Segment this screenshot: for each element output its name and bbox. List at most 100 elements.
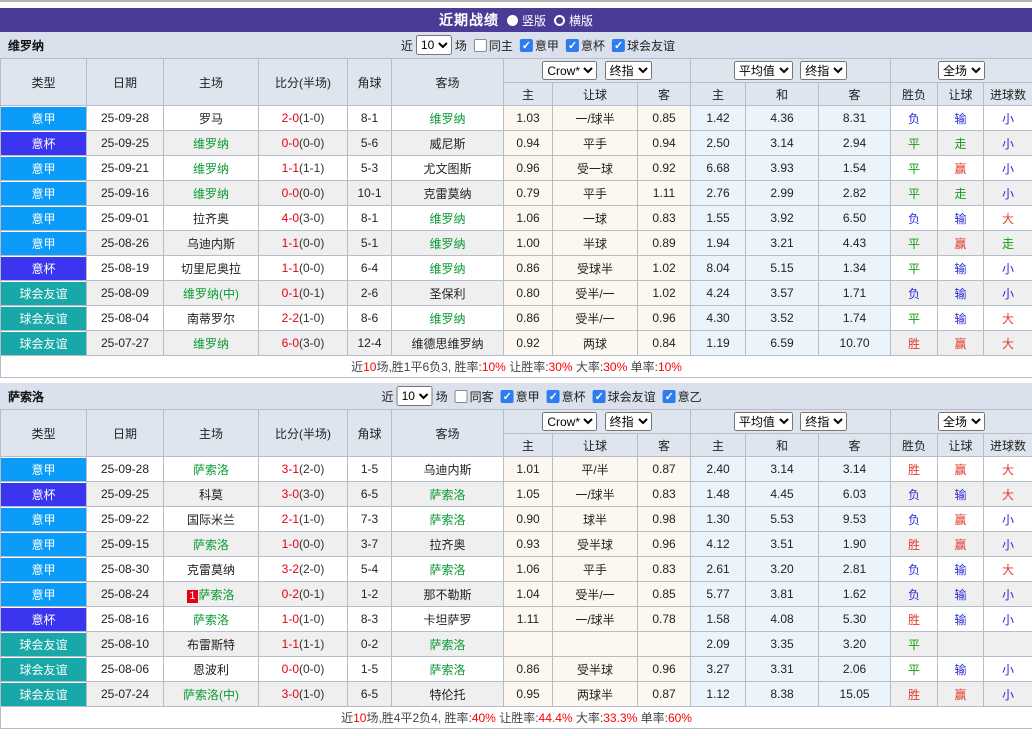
league-filter-checkbox[interactable] [547,390,560,403]
same-venue-filter[interactable]: 同主 [470,37,513,54]
avg-away: 3.20 [819,632,891,657]
odds-handicap: 一/球半 [553,607,638,632]
col-date: 日期 [87,59,164,106]
league-filter-checkbox[interactable] [593,390,606,403]
league-filter[interactable]: 意杯 [562,37,605,54]
league-filter-checkbox[interactable] [520,39,533,52]
home-team: 克雷莫纳 [164,557,259,582]
result-goals: 小 [984,106,1032,131]
summary-text: 60% [668,711,692,725]
odds-home: 0.92 [504,331,553,356]
home-team: 科莫 [164,482,259,507]
halftime-score: (0-1) [299,286,324,300]
result-goals-value: 小 [1002,187,1014,201]
halftime-score: (1-1) [299,161,324,175]
halftime-score: (1-0) [299,111,324,125]
home-team: 萨索洛 [164,532,259,557]
summary-text: 30% [549,360,573,374]
corner-score: 6-4 [348,256,392,281]
league-filter-checkbox[interactable] [663,390,676,403]
vertical-layout-radio[interactable] [507,15,518,26]
league-filter[interactable]: 球会友谊 [589,388,656,405]
league-filter-checkbox[interactable] [612,39,625,52]
match-date: 25-09-16 [87,181,164,206]
away-team: 克雷莫纳 [392,181,504,206]
match-date: 25-08-24 [87,582,164,607]
col-odds-handicap: 让球 [553,434,638,457]
league-filter[interactable]: 意甲 [497,388,540,405]
league-filter[interactable]: 意甲 [516,37,559,54]
avg-home: 1.48 [691,482,746,507]
league-filter-checkbox[interactable] [501,390,514,403]
league-filter[interactable]: 意乙 [659,388,702,405]
result-goals: 大 [984,482,1032,507]
odds-handicap [553,632,638,657]
layout-option-vertical[interactable]: 竖版 [507,12,546,29]
match-row: 意甲25-09-22国际米兰2-1(1-0)7-3萨索洛0.90球半0.981.… [1,507,1032,532]
layout-option-horizontal[interactable]: 横版 [554,12,593,29]
match-type-cell: 球会友谊 [1,682,87,707]
odds-home: 0.96 [504,156,553,181]
horizontal-layout-radio[interactable] [554,15,565,26]
league-filter[interactable]: 意杯 [543,388,586,405]
home-team: 萨索洛 [164,607,259,632]
home-team-name: 科莫 [199,488,223,502]
corner-score: 5-4 [348,557,392,582]
league-filter-label: 球会友谊 [627,37,675,54]
scope-select[interactable]: 全场 [938,412,985,431]
result-handicap: 赢 [938,156,984,181]
odds-away: 0.96 [638,532,691,557]
avg-time-select[interactable]: 终指 [800,61,847,80]
match-score: 1-1(0-0) [259,256,348,281]
col-odds-handicap: 让球 [553,83,638,106]
avg-source-select[interactable]: 平均值 [734,61,793,80]
same-venue-filter-checkbox[interactable] [474,39,487,52]
avg-away: 1.54 [819,156,891,181]
result-goals-value: 小 [1002,137,1014,151]
away-team: 乌迪内斯 [392,457,504,482]
odds-home: 0.94 [504,131,553,156]
league-filter-checkbox[interactable] [566,39,579,52]
same-venue-filter-checkbox[interactable] [455,390,468,403]
away-team-name: 萨索洛 [429,513,465,527]
avg-away: 1.74 [819,306,891,331]
odds-away: 0.96 [638,657,691,682]
scope-group-header: 全场 [891,410,1032,434]
match-type-badge: 球会友谊 [1,282,86,305]
result-goals-value: 小 [1002,663,1014,677]
odds-time-select[interactable]: 终指 [605,61,652,80]
match-score: 3-0(1-0) [259,682,348,707]
corner-score: 10-1 [348,181,392,206]
match-row: 球会友谊25-08-06恩波利0-0(0-0)1-5萨索洛0.86受半球0.96… [1,657,1032,682]
avg-away: 1.71 [819,281,891,306]
odds-source-select[interactable]: Crow* [542,61,597,80]
match-score: 0-1(0-1) [259,281,348,306]
col-avg-draw: 和 [746,434,819,457]
corner-score: 8-6 [348,306,392,331]
recent-count-select[interactable]: 10 [416,35,452,55]
recent-count-select[interactable]: 10 [397,386,433,406]
recent-results-header: 近期战绩 竖版 横版 [0,8,1032,32]
away-team-name: 维罗纳 [429,237,465,251]
avg-source-select[interactable]: 平均值 [734,412,793,431]
stats-summary: 近10场,胜1平6负3, 胜率:10% 让胜率:30% 大率:30% 单率:10… [1,356,1032,378]
odds-time-select[interactable]: 终指 [605,412,652,431]
halftime-score: (1-0) [299,512,324,526]
odds-source-select[interactable]: Crow* [542,412,597,431]
result-goals: 大 [984,306,1032,331]
scope-select[interactable]: 全场 [938,61,985,80]
match-row: 意杯25-09-25维罗纳0-0(0-0)5-6威尼斯0.94平手0.942.5… [1,131,1032,156]
summary-text: 场,胜1平6负3, 胜率: [376,360,481,374]
league-filter[interactable]: 球会友谊 [608,37,675,54]
result-wdl: 胜 [891,457,938,482]
corner-score: 1-5 [348,457,392,482]
result-goals: 小 [984,181,1032,206]
odds-away: 0.84 [638,331,691,356]
away-team: 萨索洛 [392,507,504,532]
same-venue-filter[interactable]: 同客 [451,388,494,405]
result-wdl-value: 负 [908,588,920,602]
match-type-cell: 意甲 [1,532,87,557]
avg-time-select[interactable]: 终指 [800,412,847,431]
summary-text: 单率: [627,360,658,374]
fulltime-score: 3-0 [282,687,299,701]
